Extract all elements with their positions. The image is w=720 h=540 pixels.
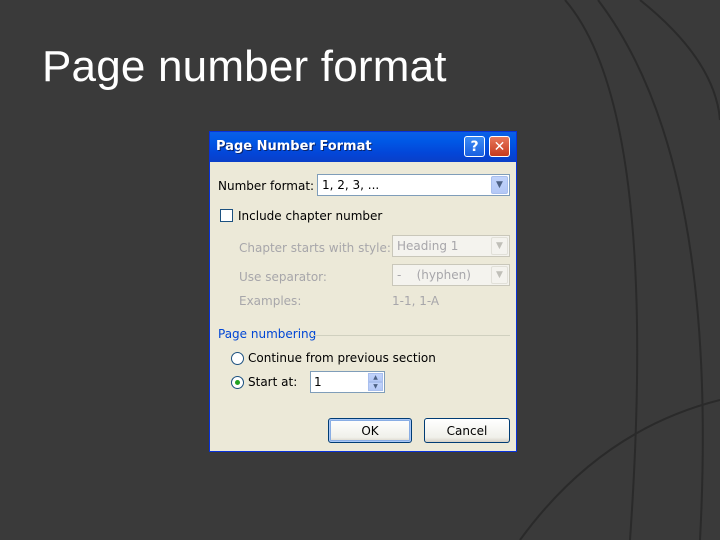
cancel-label: Cancel — [446, 423, 488, 438]
examples-label: Examples: — [239, 294, 302, 308]
separator-dropdown[interactable]: - (hyphen) ▼ — [392, 264, 510, 286]
ok-button[interactable]: OK — [328, 418, 412, 443]
separator-label: Use separator: — [239, 270, 327, 284]
close-icon: ✕ — [493, 138, 506, 155]
dialog-title: Page Number Format — [216, 139, 372, 154]
include-chapter-label[interactable]: Include chapter number — [238, 209, 382, 223]
start-at-label[interactable]: Start at: — [248, 375, 297, 389]
chevron-down-icon[interactable]: ▼ — [491, 266, 508, 284]
close-button[interactable]: ✕ — [489, 136, 510, 157]
slide-title: Page number format — [42, 42, 447, 91]
cancel-button[interactable]: Cancel — [424, 418, 510, 443]
chevron-down-icon[interactable]: ▼ — [491, 176, 508, 194]
start-at-value[interactable]: 1 — [314, 375, 322, 389]
group-divider — [313, 335, 510, 336]
number-format-value: 1, 2, 3, ... — [322, 178, 380, 192]
chapter-style-value: Heading 1 — [397, 239, 459, 253]
dialog-titlebar[interactable]: Page Number Format ? ✕ — [210, 132, 516, 162]
page-numbering-group-label: Page numbering — [218, 327, 317, 341]
include-chapter-checkbox[interactable] — [220, 209, 233, 222]
help-button[interactable]: ? — [464, 136, 485, 157]
question-mark-icon: ? — [470, 138, 479, 155]
spin-up-icon[interactable]: ▲ — [368, 373, 383, 382]
number-format-dropdown[interactable]: 1, 2, 3, ... ▼ — [317, 174, 510, 196]
continue-radio[interactable] — [231, 352, 244, 365]
start-at-radio[interactable] — [231, 376, 244, 389]
ok-label: OK — [361, 423, 379, 438]
page-number-format-dialog: Page Number Format ? ✕ Number format: 1,… — [209, 131, 517, 452]
number-format-label: Number format: — [218, 179, 315, 193]
dialog-body: Number format: 1, 2, 3, ... ▼ Include ch… — [210, 162, 516, 451]
chapter-style-dropdown[interactable]: Heading 1 ▼ — [392, 235, 510, 257]
chevron-down-icon[interactable]: ▼ — [491, 237, 508, 255]
continue-label[interactable]: Continue from previous section — [248, 351, 436, 365]
separator-value: - (hyphen) — [397, 268, 471, 282]
spin-down-icon[interactable]: ▼ — [368, 382, 383, 391]
start-at-spinner[interactable]: 1 ▲ ▼ — [310, 371, 385, 393]
chapter-style-label: Chapter starts with style: — [239, 241, 391, 255]
slide: Page number format Page Number Format ? … — [0, 0, 720, 540]
examples-value: 1-1, 1-A — [392, 294, 440, 308]
